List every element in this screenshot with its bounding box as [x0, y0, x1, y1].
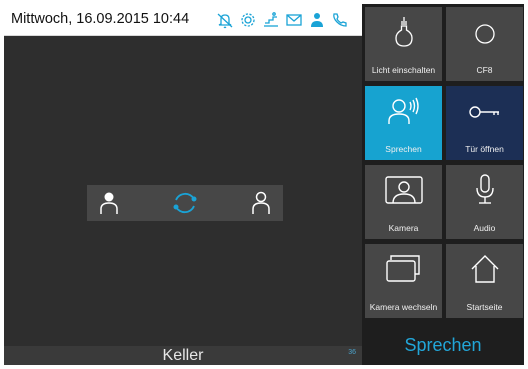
home-icon — [446, 252, 523, 286]
tile-label: CF8 — [476, 65, 493, 75]
datetime: Mittwoch, 16.09.2015 10:44 — [11, 11, 190, 27]
microphone-icon — [446, 173, 523, 207]
action-panel: Licht einschalten CF8 Sprechen Tür öffne… — [362, 4, 524, 365]
tile-label: Audio — [473, 223, 496, 233]
tile-label: Startseite — [466, 302, 503, 312]
speak-label-button[interactable]: Sprechen — [362, 325, 524, 365]
location-label: Keller — [162, 347, 204, 364]
person-right-icon[interactable] — [246, 188, 276, 218]
key-icon — [446, 94, 523, 128]
light-on-button[interactable]: Licht einschalten — [365, 7, 442, 81]
tile-label: Licht einschalten — [371, 65, 436, 75]
status-bar: Mittwoch, 16.09.2015 10:44 — [4, 4, 362, 36]
intercom-screen: Mittwoch, 16.09.2015 10:44 Keller 36 Lic… — [4, 4, 524, 365]
lightbulb-icon — [365, 15, 442, 49]
gear-icon[interactable] — [239, 11, 257, 29]
camera-button[interactable]: Kamera — [365, 165, 442, 239]
phone-icon[interactable] — [331, 11, 349, 29]
home-button[interactable]: Startseite — [446, 244, 523, 318]
open-door-button[interactable]: Tür öffnen — [446, 86, 523, 160]
mail-icon[interactable] — [285, 11, 303, 29]
camera-icon — [365, 173, 442, 207]
location-bar: Keller 36 — [4, 346, 362, 365]
person-left-icon[interactable] — [94, 188, 124, 218]
audio-button[interactable]: Audio — [446, 165, 523, 239]
stairs-icon[interactable] — [262, 11, 280, 29]
tile-label: Kamera — [388, 223, 419, 233]
switch-camera-icon — [365, 252, 442, 286]
page-number: 36 — [348, 349, 356, 356]
tile-label: Sprechen — [385, 144, 422, 154]
tile-label: Tür öffnen — [465, 144, 504, 154]
video-control-bar — [87, 185, 283, 221]
switch-camera-button[interactable]: Kamera wechseln — [365, 244, 442, 318]
video-panel: Mittwoch, 16.09.2015 10:44 Keller 36 — [4, 4, 362, 365]
bell-off-icon[interactable] — [216, 11, 234, 29]
cf8-button[interactable]: CF8 — [446, 7, 523, 81]
speaking-head-icon — [365, 94, 442, 128]
status-icons — [216, 10, 349, 30]
refresh-icon[interactable] — [170, 188, 200, 218]
circle-icon — [446, 15, 523, 49]
tile-label: Kamera wechseln — [369, 302, 438, 312]
speak-button[interactable]: Sprechen — [365, 86, 442, 160]
person-icon[interactable] — [308, 11, 326, 29]
video-area — [4, 36, 362, 346]
